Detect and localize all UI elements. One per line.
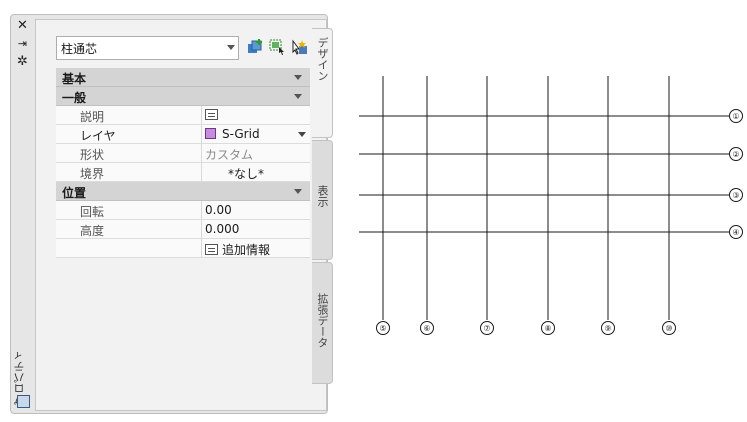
property-name: 境界 (80, 167, 105, 181)
grid-drawing: ⑤ ⑥ ⑦ ⑧ ⑨ ⑩ ① ② ③ ④ (359, 76, 743, 335)
property-row-boundary[interactable]: 境界 *なし* (56, 163, 310, 182)
description-icon[interactable] (205, 109, 218, 120)
tab-extended-data[interactable]: 拡張データ (312, 262, 333, 384)
category-general[interactable]: 一般 (56, 87, 310, 106)
object-type-select[interactable]: 柱通芯 (56, 36, 239, 60)
property-row-description[interactable]: 説明 (56, 106, 310, 125)
rotation-value[interactable]: 0.00 (205, 203, 232, 217)
additional-info-button[interactable]: 追加情報 (205, 241, 270, 258)
property-name: 回転 (80, 205, 105, 219)
grid-label: ⑤ (379, 324, 386, 333)
property-row-additional-info[interactable]: 追加情報 (56, 239, 310, 258)
palette-properties-icon[interactable] (17, 395, 30, 408)
category-position[interactable]: 位置 (56, 182, 310, 201)
shape-value: カスタム (205, 148, 254, 162)
column-divider (201, 220, 202, 238)
property-name: 形状 (80, 148, 105, 162)
grid-label: ① (732, 112, 739, 121)
property-row-rotation[interactable]: 回転 0.00 (56, 201, 310, 220)
palette-titlebar: ✕ ⇥ ✲ プロパティ (11, 15, 33, 413)
close-icon[interactable]: ✕ (16, 19, 29, 32)
chevron-down-icon (227, 45, 235, 50)
grid-label: ⑥ (423, 324, 430, 333)
additional-info-label: 追加情報 (222, 243, 271, 257)
grid-label: ⑦ (483, 324, 490, 333)
property-name: レイヤ (80, 129, 116, 143)
layer-color-swatch (205, 128, 216, 139)
column-divider (201, 106, 202, 124)
property-row-shape: 形状 カスタム (56, 144, 310, 163)
category-position-label: 位置 (62, 186, 87, 200)
property-row-layer[interactable]: レイヤ S-Grid (56, 125, 310, 144)
grid-label: ③ (732, 191, 739, 200)
property-name: 高度 (80, 224, 105, 238)
add-icon[interactable] (246, 38, 264, 56)
quick-select-icon[interactable] (290, 38, 308, 56)
property-row-elevation[interactable]: 高度 0.000 (56, 220, 310, 239)
grid-label: ② (732, 150, 739, 159)
chevron-down-icon[interactable] (294, 94, 302, 99)
palette-content: 柱通芯 基本 一般 説明 レイヤ S-Grid 形状 カスタム 境界 *なし* … (35, 19, 327, 411)
autohide-icon[interactable]: ⇥ (16, 37, 29, 50)
grid-label: ⑧ (544, 324, 551, 333)
chevron-down-icon[interactable] (294, 75, 302, 80)
grid-label: ⑩ (665, 324, 672, 333)
chevron-down-icon[interactable] (294, 189, 302, 194)
tab-display[interactable]: 表示 (312, 140, 333, 260)
grid-label: ⑨ (604, 324, 611, 333)
column-divider (201, 144, 202, 162)
tab-design[interactable]: デザイン (312, 28, 333, 138)
boundary-value[interactable]: *なし* (228, 165, 264, 182)
settings-icon[interactable]: ✲ (16, 55, 29, 68)
elevation-value[interactable]: 0.000 (205, 222, 239, 236)
object-type-value: 柱通芯 (61, 42, 98, 56)
column-divider (201, 239, 202, 257)
vertical-grid-lines (382, 76, 670, 320)
chevron-down-icon[interactable] (298, 132, 306, 137)
category-basic[interactable]: 基本 (56, 68, 310, 87)
description-value[interactable] (205, 108, 222, 122)
horizontal-grid-lines (359, 115, 729, 233)
layer-value-text: S-Grid (222, 127, 260, 141)
tab-design-label: デザイン (316, 37, 329, 81)
select-objects-icon[interactable] (268, 38, 286, 56)
additional-info-icon (205, 244, 218, 255)
category-general-label: 一般 (62, 91, 87, 105)
column-divider (201, 125, 202, 143)
grid-label: ④ (732, 228, 739, 237)
tab-extended-data-label: 拡張データ (316, 293, 329, 348)
column-divider (201, 163, 202, 181)
properties-palette: ✕ ⇥ ✲ プロパティ 柱通芯 基本 一般 説明 レイヤ S-Grid 形状 カ… (10, 14, 328, 414)
layer-value[interactable]: S-Grid (205, 127, 260, 141)
category-basic-label: 基本 (62, 72, 87, 86)
property-grid: 基本 一般 説明 レイヤ S-Grid 形状 カスタム 境界 *なし* 位置 回… (56, 68, 310, 258)
column-divider (201, 201, 202, 219)
property-name: 説明 (80, 110, 105, 124)
palette-title: プロパティ (13, 350, 26, 405)
tab-display-label: 表示 (316, 185, 329, 207)
